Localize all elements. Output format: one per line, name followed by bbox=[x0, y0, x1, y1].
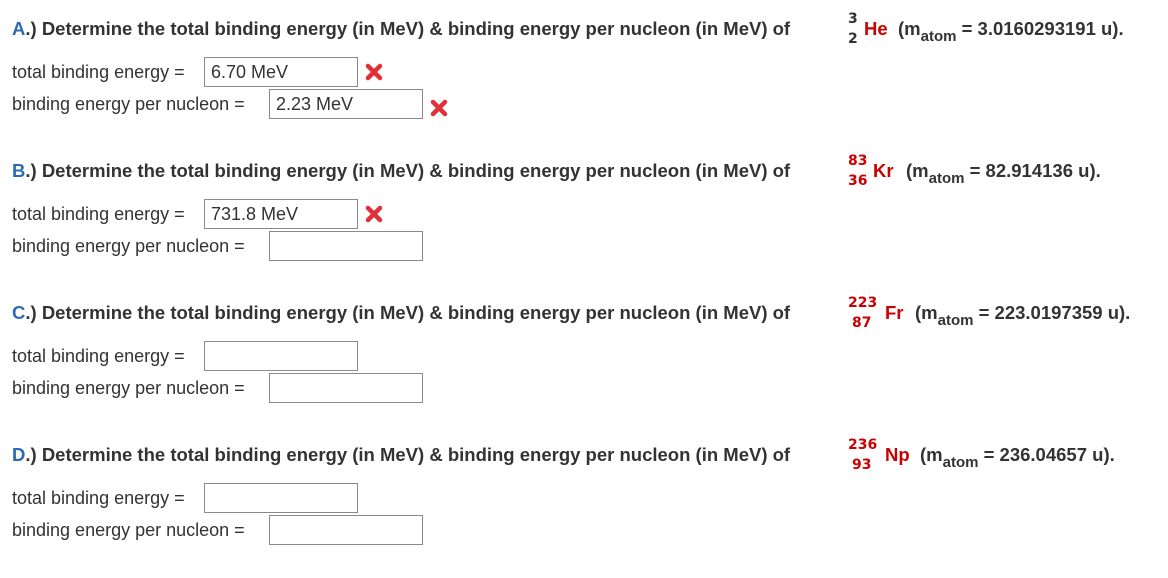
question-text: .) Determine the total binding energy (i… bbox=[25, 18, 791, 39]
mass-number: 236 bbox=[848, 437, 878, 453]
atomic-mass: (matom = 3.0160293191 u). bbox=[898, 18, 1124, 45]
mass-subscript: atom bbox=[928, 170, 965, 187]
binding-energy-per-nucleon-label: binding energy per nucleon = bbox=[12, 94, 245, 114]
mass-value: = 3.0160293191 u). bbox=[961, 18, 1124, 39]
question-text: .) Determine the total binding energy (i… bbox=[25, 160, 791, 181]
question-text: .) Determine the total binding energy (i… bbox=[25, 444, 791, 465]
total-binding-energy-label: total binding energy = bbox=[12, 204, 185, 224]
atomic-number: 36 bbox=[848, 173, 868, 189]
x-mark-icon bbox=[364, 62, 384, 82]
atomic-mass: (matom = 82.914136 u). bbox=[906, 160, 1101, 187]
question-a: A.) Determine the total binding energy (… bbox=[12, 10, 1162, 152]
mass-label: (m bbox=[906, 160, 929, 181]
atomic-number: 87 bbox=[852, 315, 872, 331]
question-c: C.) Determine the total binding energy (… bbox=[12, 294, 1162, 436]
total-binding-energy-input[interactable] bbox=[204, 199, 358, 229]
total-binding-energy-label: total binding energy = bbox=[12, 346, 185, 366]
mass-number: 3 bbox=[848, 11, 858, 27]
binding-energy-per-nucleon-label: binding energy per nucleon = bbox=[12, 378, 245, 398]
binding-energy-per-nucleon-input[interactable] bbox=[269, 373, 423, 403]
question-letter: A bbox=[12, 18, 26, 39]
question-prompt: D.) Determine the total binding energy (… bbox=[12, 444, 790, 466]
x-mark-icon bbox=[429, 98, 449, 118]
question-letter: D bbox=[12, 444, 26, 465]
mass-label: (m bbox=[915, 302, 938, 323]
binding-energy-per-nucleon-label: binding energy per nucleon = bbox=[12, 236, 245, 256]
question-letter: B bbox=[12, 160, 26, 181]
binding-energy-per-nucleon-label: binding energy per nucleon = bbox=[12, 520, 245, 540]
question-letter: C bbox=[12, 302, 26, 323]
element-symbol: Kr bbox=[873, 160, 894, 181]
question-prompt: C.) Determine the total binding energy (… bbox=[12, 302, 790, 324]
total-binding-energy-input[interactable] bbox=[204, 483, 358, 513]
question-text: .) Determine the total binding energy (i… bbox=[25, 302, 791, 323]
atomic-number: 2 bbox=[848, 31, 858, 47]
total-binding-energy-input[interactable] bbox=[204, 341, 358, 371]
mass-value: = 82.914136 u). bbox=[969, 160, 1101, 181]
total-binding-energy-label: total binding energy = bbox=[12, 488, 185, 508]
question-prompt: B.) Determine the total binding energy (… bbox=[12, 160, 790, 182]
mass-label: (m bbox=[898, 18, 921, 39]
binding-energy-per-nucleon-input[interactable] bbox=[269, 515, 423, 545]
mass-label: (m bbox=[920, 444, 943, 465]
mass-subscript: atom bbox=[920, 28, 957, 45]
mass-subscript: atom bbox=[937, 312, 974, 329]
question-prompt: A.) Determine the total binding energy (… bbox=[12, 18, 790, 40]
x-mark-icon bbox=[364, 204, 384, 224]
binding-energy-per-nucleon-input[interactable] bbox=[269, 231, 423, 261]
mass-value: = 236.04657 u). bbox=[983, 444, 1115, 465]
atomic-mass: (matom = 236.04657 u). bbox=[920, 444, 1115, 471]
mass-number: 223 bbox=[848, 295, 878, 311]
element-symbol: Fr bbox=[885, 302, 904, 323]
element-symbol: Np bbox=[885, 444, 910, 465]
mass-subscript: atom bbox=[942, 454, 979, 471]
atomic-mass: (matom = 223.0197359 u). bbox=[915, 302, 1131, 329]
question-b: B.) Determine the total binding energy (… bbox=[12, 152, 1162, 294]
mass-value: = 223.0197359 u). bbox=[978, 302, 1131, 323]
mass-number: 83 bbox=[848, 153, 868, 169]
question-d: D.) Determine the total binding energy (… bbox=[12, 436, 1162, 578]
element-symbol: He bbox=[864, 18, 888, 39]
total-binding-energy-label: total binding energy = bbox=[12, 62, 185, 82]
atomic-number: 93 bbox=[852, 457, 872, 473]
binding-energy-per-nucleon-input[interactable] bbox=[269, 89, 423, 119]
total-binding-energy-input[interactable] bbox=[204, 57, 358, 87]
